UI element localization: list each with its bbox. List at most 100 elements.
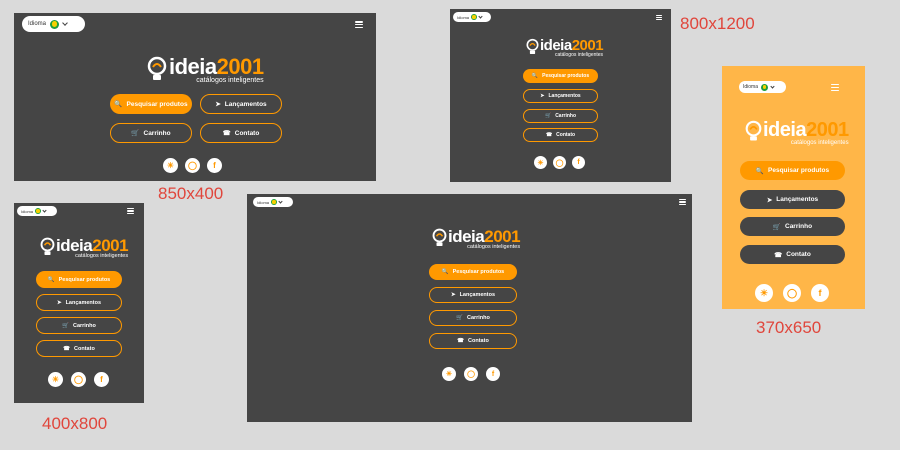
language-label: Idioma bbox=[743, 84, 759, 90]
rocket-icon: ➤ bbox=[215, 101, 221, 108]
social-links: ☀ ◯ f bbox=[163, 158, 222, 173]
phone-icon: ☎ bbox=[545, 132, 553, 138]
cart-button[interactable]: 🛒 Carrinho bbox=[36, 317, 122, 334]
chevron-down-icon bbox=[770, 84, 775, 89]
logo: ideia2001 catálogos inteligentes bbox=[432, 228, 521, 251]
mockup-large: Idioma ideia2001 catálogos inteligentes … bbox=[247, 194, 692, 422]
contact-button[interactable]: ☎ Contato bbox=[523, 128, 598, 142]
size-label-400x800: 400x800 bbox=[42, 414, 108, 433]
launches-button-label: Lançamentos bbox=[65, 299, 102, 306]
facebook-icon[interactable]: f bbox=[572, 156, 585, 169]
facebook-icon[interactable]: f bbox=[94, 372, 109, 387]
sun-icon[interactable]: ☀ bbox=[163, 158, 178, 173]
menu-icon[interactable] bbox=[355, 21, 363, 28]
contact-button-label: Contato bbox=[556, 132, 576, 138]
cart-button[interactable]: 🛒 Carrinho bbox=[523, 109, 598, 123]
mockup-850x400: Idioma ideia2001 catálogos inteligentes … bbox=[14, 13, 376, 181]
search-products-button[interactable]: 🔍 Pesquisar produtos bbox=[110, 94, 192, 114]
cart-button[interactable]: 🛒 Carrinho bbox=[740, 217, 845, 236]
phone-icon: ☎ bbox=[63, 345, 71, 352]
launches-button[interactable]: ➤ Lançamentos bbox=[36, 294, 122, 311]
launches-button[interactable]: ➤ Lançamentos bbox=[523, 89, 598, 103]
cart-button-label: Carrinho bbox=[466, 315, 490, 321]
rocket-icon: ➤ bbox=[540, 93, 545, 99]
cart-button-label: Carrinho bbox=[785, 223, 813, 230]
search-products-button[interactable]: 🔍 Pesquisar produtos bbox=[740, 161, 845, 180]
cart-button[interactable]: 🛒 Carrinho bbox=[429, 310, 517, 326]
instagram-icon[interactable]: ◯ bbox=[553, 156, 566, 169]
cart-icon: 🛒 bbox=[456, 315, 463, 321]
cart-button[interactable]: 🛒 Carrinho bbox=[110, 123, 192, 143]
facebook-icon[interactable]: f bbox=[207, 158, 222, 173]
language-selector[interactable]: Idioma bbox=[739, 81, 786, 93]
instagram-icon[interactable]: ◯ bbox=[71, 372, 86, 387]
social-links: ☀ ◯ f bbox=[48, 372, 109, 387]
contact-button[interactable]: ☎ Contato bbox=[740, 245, 845, 264]
rocket-icon: ➤ bbox=[450, 292, 456, 298]
search-button-label: Pesquisar produtos bbox=[768, 167, 830, 174]
contact-button-label: Contato bbox=[786, 251, 811, 258]
social-links: ☀ ◯ f bbox=[534, 156, 585, 169]
size-label-370x650: 370x650 bbox=[756, 318, 822, 337]
language-selector[interactable]: Idioma bbox=[17, 206, 57, 216]
launches-button[interactable]: ➤ Lançamentos bbox=[429, 287, 517, 303]
brazil-flag-icon bbox=[50, 19, 60, 29]
search-icon: 🔍 bbox=[114, 101, 123, 108]
search-products-button[interactable]: 🔍 Pesquisar produtos bbox=[523, 69, 598, 83]
instagram-icon[interactable]: ◯ bbox=[783, 284, 801, 302]
contact-button-label: Contato bbox=[468, 338, 489, 344]
search-products-button[interactable]: 🔍 Pesquisar produtos bbox=[36, 271, 122, 288]
sun-icon[interactable]: ☀ bbox=[442, 367, 456, 381]
facebook-icon[interactable]: f bbox=[811, 284, 829, 302]
facebook-icon[interactable]: f bbox=[486, 367, 500, 381]
language-selector[interactable]: Idioma bbox=[22, 16, 85, 32]
sun-icon[interactable]: ☀ bbox=[755, 284, 773, 302]
size-label-800x1200: 800x1200 bbox=[680, 14, 755, 33]
cart-icon: 🛒 bbox=[131, 130, 140, 137]
lightbulb-icon bbox=[745, 120, 762, 141]
chevron-down-icon bbox=[42, 208, 47, 213]
language-selector[interactable]: Idioma bbox=[453, 12, 491, 22]
instagram-icon[interactable]: ◯ bbox=[185, 158, 200, 173]
lightbulb-icon bbox=[432, 228, 447, 246]
language-selector[interactable]: Idioma bbox=[253, 197, 293, 207]
rocket-icon: ➤ bbox=[56, 299, 62, 306]
language-label: Idioma bbox=[28, 21, 47, 27]
search-button-label: Pesquisar produtos bbox=[58, 276, 111, 283]
sun-icon[interactable]: ☀ bbox=[534, 156, 547, 169]
contact-button[interactable]: ☎ Contato bbox=[36, 340, 122, 357]
contact-button[interactable]: ☎ Contato bbox=[200, 123, 282, 143]
launches-button[interactable]: ➤ Lançamentos bbox=[740, 190, 845, 209]
menu-icon[interactable] bbox=[656, 15, 662, 20]
phone-icon: ☎ bbox=[774, 251, 783, 259]
phone-icon: ☎ bbox=[222, 130, 231, 137]
contact-button[interactable]: ☎ Contato bbox=[429, 333, 517, 349]
sun-icon[interactable]: ☀ bbox=[48, 372, 63, 387]
search-icon: 🔍 bbox=[441, 269, 449, 275]
logo: ideia2001 catálogos inteligentes bbox=[745, 120, 849, 146]
language-label: Idioma bbox=[21, 208, 34, 214]
search-icon: 🔍 bbox=[531, 73, 539, 79]
cart-button-label: Carrinho bbox=[555, 113, 577, 119]
menu-icon[interactable] bbox=[831, 84, 839, 91]
lightbulb-icon bbox=[40, 237, 55, 255]
launches-button-label: Lançamentos bbox=[459, 292, 496, 298]
menu-icon[interactable] bbox=[679, 199, 686, 205]
size-label-850x400: 850x400 bbox=[158, 184, 224, 203]
search-products-button[interactable]: 🔍 Pesquisar produtos bbox=[429, 264, 517, 280]
contact-button-label: Contato bbox=[234, 129, 260, 137]
logo: ideia2001 catálogos inteligentes bbox=[526, 38, 604, 58]
mockup-800x1200: Idioma ideia2001 catálogos inteligentes … bbox=[450, 9, 671, 182]
cart-icon: 🛒 bbox=[544, 113, 552, 119]
launches-button[interactable]: ➤ Lançamentos bbox=[200, 94, 282, 114]
language-label: Idioma bbox=[257, 199, 270, 205]
instagram-icon[interactable]: ◯ bbox=[464, 367, 478, 381]
launches-button-label: Lançamentos bbox=[776, 196, 819, 203]
social-links: ☀ ◯ f bbox=[442, 367, 500, 381]
phone-icon: ☎ bbox=[457, 338, 465, 344]
contact-button-label: Contato bbox=[74, 345, 95, 352]
rocket-icon: ➤ bbox=[766, 196, 773, 204]
cart-icon: 🛒 bbox=[62, 322, 69, 329]
menu-icon[interactable] bbox=[127, 208, 134, 214]
launches-button-label: Lançamentos bbox=[548, 93, 581, 99]
